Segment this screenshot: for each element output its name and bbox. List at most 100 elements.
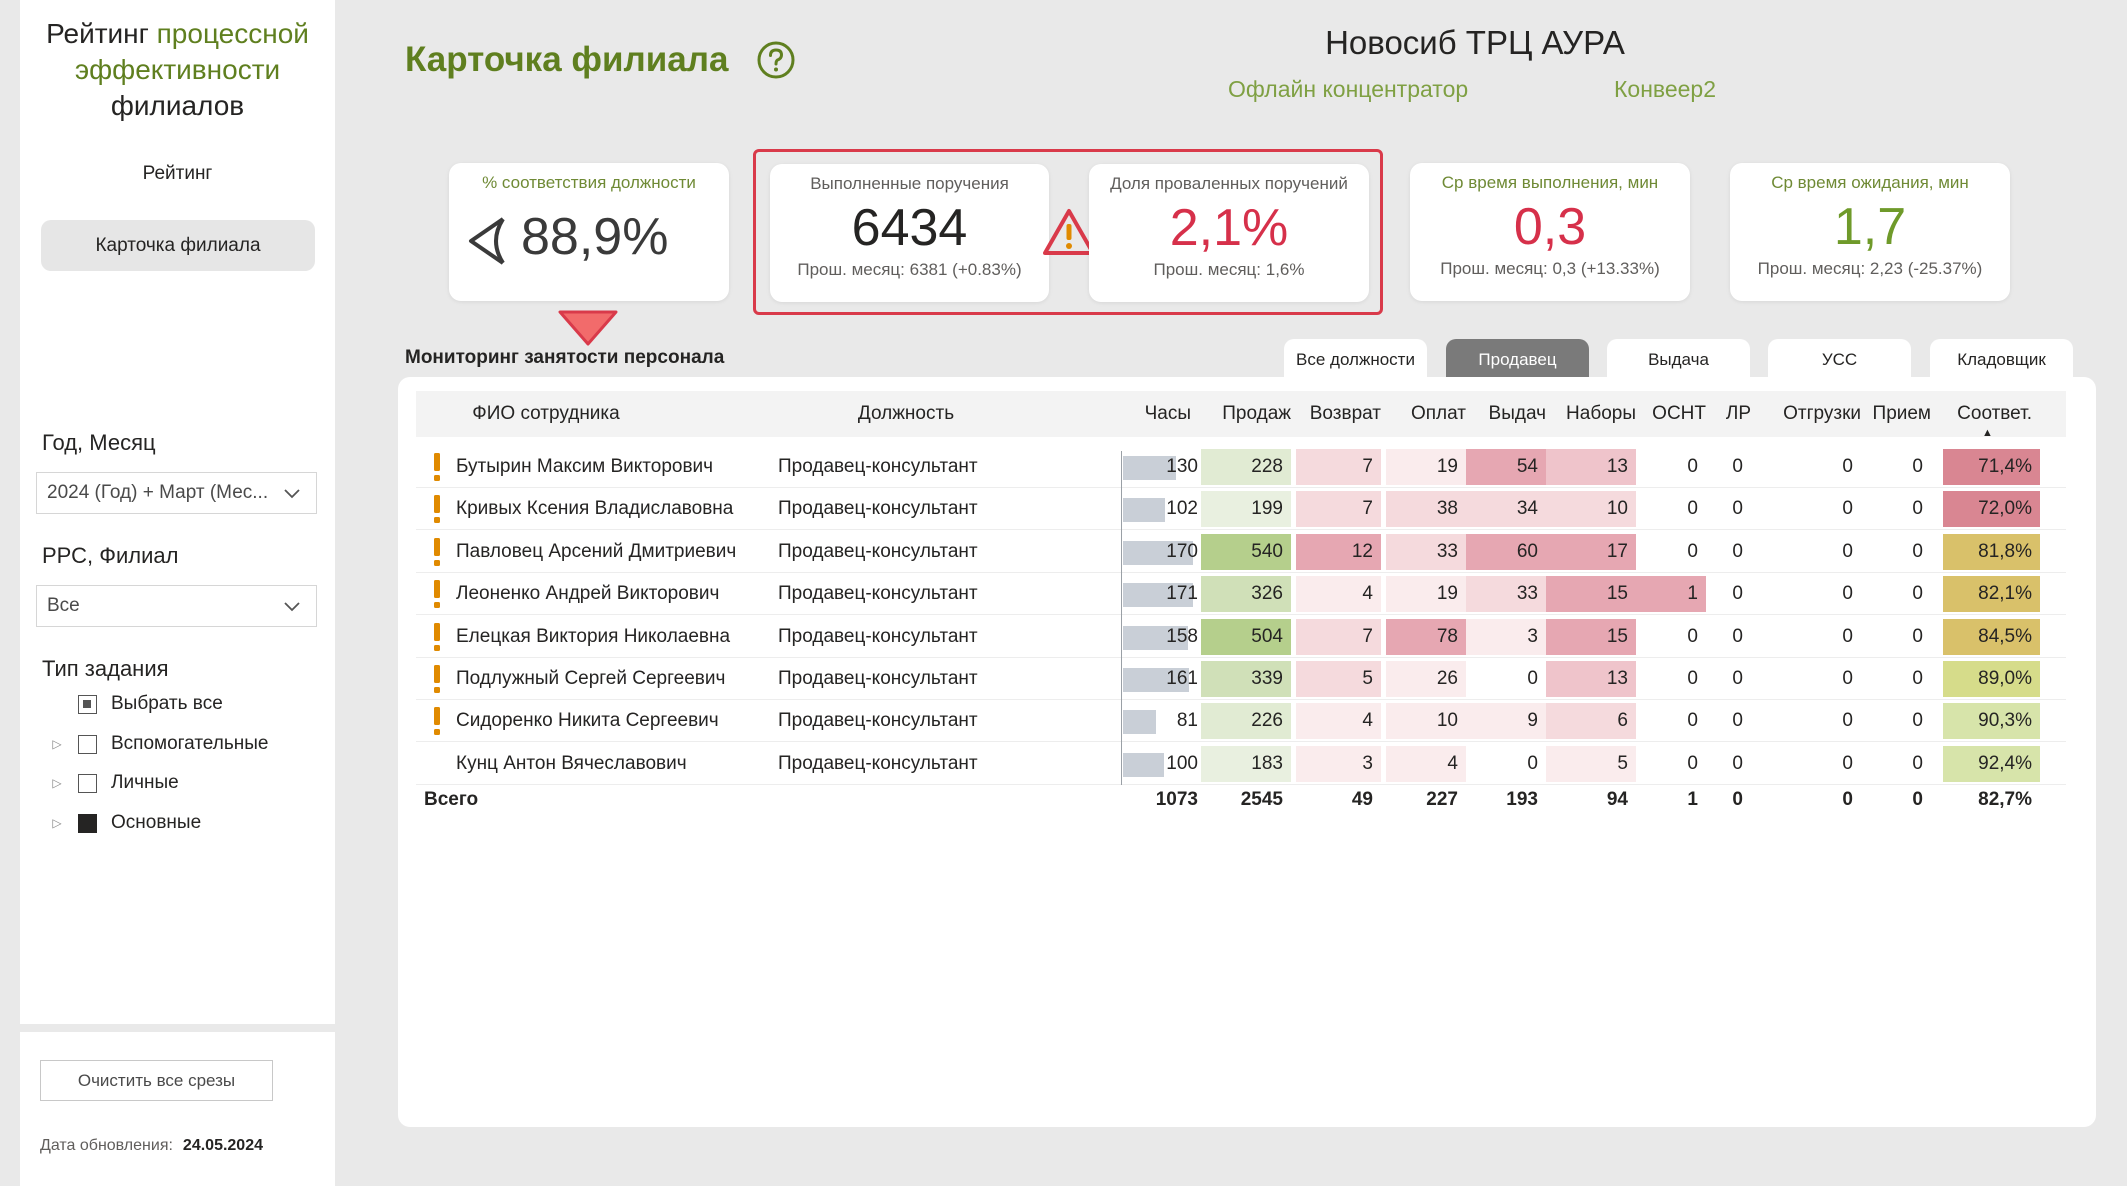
table-row[interactable]: Леоненко Андрей Викторович Продавец-консу… [416,576,2066,618]
cell-sets: 15 [1546,618,1636,655]
cell-issues: 34 [1466,491,1546,528]
expand-arrow-icon[interactable]: ▷ [50,737,64,751]
col-header-sets[interactable]: Наборы [1546,391,1636,437]
col-header-returns[interactable]: Возврат [1296,391,1381,437]
cell-shipments: 0 [1842,752,1853,774]
cell-returns: 12 [1296,533,1381,570]
employee-name: Кривых Ксения Владиславовна [456,498,734,520]
col-header-payments[interactable]: Оплат [1386,391,1466,437]
exclamation-warning-icon [434,495,440,524]
task-option-auxiliary[interactable]: ▷ Вспомогательные [50,733,268,755]
branch-link-concentrator[interactable]: Офлайн концентратор [1228,76,1468,103]
cell-issues: 33 [1466,576,1546,613]
row-divider [416,487,2066,488]
table-row[interactable]: Сидоренко Никита Сергеевич Продавец-консу… [416,703,2066,745]
col-header-lr[interactable]: ЛР [1706,391,1751,437]
page-title: Карточка филиала [405,40,729,79]
branch-link-conveyor[interactable]: Конвеер2 [1614,76,1716,103]
cell-sets: 13 [1546,449,1636,485]
cell-returns: 5 [1296,661,1381,697]
cell-osnt: 0 [1687,668,1698,689]
kpi-value: 88,9% [521,208,669,266]
col-header-shipments[interactable]: Отгрузки [1751,391,1861,437]
cell-shipments: 0 [1842,710,1853,732]
help-icon[interactable] [756,40,796,80]
kpi-label: Доля проваленных поручений [1110,174,1348,193]
kpi-prev-month: Прош. месяц: 6381 (+0.83%) [797,260,1022,279]
cell-lr: 0 [1732,625,1743,647]
kpi-failed-card: Доля проваленных поручений 2,1% Прош. ме… [1089,164,1369,302]
cell-sales: 326 [1201,576,1291,613]
cell-match: 71,4% [1943,449,2040,485]
task-option-main[interactable]: ▷ Основные [50,812,201,834]
expand-arrow-icon[interactable]: ▷ [50,816,64,830]
filter-branch-dropdown[interactable]: Все [36,585,317,627]
cell-payments: 78 [1386,618,1466,655]
col-header-osnt[interactable]: ОСНТ [1636,391,1706,437]
kpi-prev-month: Прош. месяц: 1,6% [1153,260,1305,279]
nav-rating[interactable]: Рейтинг [20,163,335,185]
col-header-name[interactable]: ФИО сотрудника [416,391,676,437]
cell-sets: 17 [1546,533,1636,570]
cell-osnt: 1 [1636,576,1706,613]
col-header-hours[interactable]: Часы [1121,391,1191,437]
checkbox-checked-icon[interactable] [78,813,97,833]
cell-hours: 130 [1166,456,1198,477]
tab-all-positions[interactable]: Все должности [1284,339,1427,381]
cell-sales: 339 [1201,661,1291,697]
employee-name: Павловец Арсений Дмитриевич [456,540,737,562]
cell-issues: 54 [1466,449,1546,485]
nav-branch-card[interactable]: Карточка филиала [41,220,315,271]
cell-match: 92,4% [1943,745,2040,782]
table-row[interactable]: Елецкая Виктория Николаевна Продавец-конс… [416,618,2066,661]
cell-payments: 10 [1386,703,1466,740]
employee-role: Продавец-консультант [778,583,978,605]
update-date: Дата обновления: 24.05.2024 [40,1137,263,1155]
table-row[interactable]: Павловец Арсений Дмитриевич Продавец-конс… [416,533,2066,576]
tab-seller[interactable]: Продавец [1446,339,1589,381]
sort-ascending-icon: ▲ [1982,427,1993,439]
employee-role: Продавец-консультант [778,498,978,520]
table-row[interactable]: Кривых Ксения Владиславовна Продавец-конс… [416,491,2066,533]
task-option-select-all[interactable]: Выбрать все [50,693,223,715]
employee-name: Елецкая Виктория Николаевна [456,625,731,647]
checkbox-icon[interactable] [78,734,97,754]
col-header-receipts[interactable]: Прием [1861,391,1931,437]
cell-hours: 158 [1166,625,1198,647]
cell-lr: 0 [1732,710,1743,732]
monitoring-title: Мониторинг занятости персонала [405,347,725,368]
sidebar-footer [20,1032,335,1186]
tab-storekeeper[interactable]: Кладовщик [1930,339,2073,381]
clear-filters-button[interactable]: Очистить все срезы [40,1060,273,1101]
cell-receipts: 0 [1912,498,1923,520]
col-header-role[interactable]: Должность [756,391,1056,437]
tab-issuance[interactable]: Выдача [1607,339,1750,381]
cell-sets: 15 [1546,576,1636,613]
checkbox-partial-icon[interactable] [78,694,97,714]
row-divider [416,656,2066,658]
cell-payments: 26 [1386,661,1466,697]
employee-role: Продавец-консультант [778,625,978,647]
col-header-issues[interactable]: Выдач [1466,391,1546,437]
task-option-personal[interactable]: ▷ Личные [50,772,178,794]
filter-period-dropdown[interactable]: 2024 (Год) + Март (Мес... [36,472,317,514]
chevron-down-icon [284,602,300,612]
total-match: 82,7% [1978,789,2032,811]
cell-shipments: 0 [1842,668,1853,689]
cell-match: 84,5% [1943,618,2040,655]
checkbox-icon[interactable] [78,773,97,793]
cell-lr: 0 [1732,540,1743,562]
cell-issues: 3 [1466,618,1546,655]
tab-uss[interactable]: УСС [1768,339,1911,381]
kpi-completed-card: Выполненные поручения 6434 Прош. месяц: … [770,164,1049,302]
table-row[interactable]: Бутырин Максим Викторович Продавец-консул… [416,449,2066,491]
cell-match: 89,0% [1943,661,2040,697]
expand-arrow-icon[interactable]: ▷ [50,776,64,790]
filter-branch-value: Все [47,595,80,616]
exclamation-warning-icon [434,707,440,736]
col-header-sales[interactable]: Продаж [1201,391,1291,437]
total-issues: 193 [1506,789,1538,811]
cell-shipments: 0 [1842,540,1853,562]
table-row[interactable]: Подлужный Сергей Сергеевич Продавец-консу… [416,661,2066,703]
row-divider [416,741,2066,743]
